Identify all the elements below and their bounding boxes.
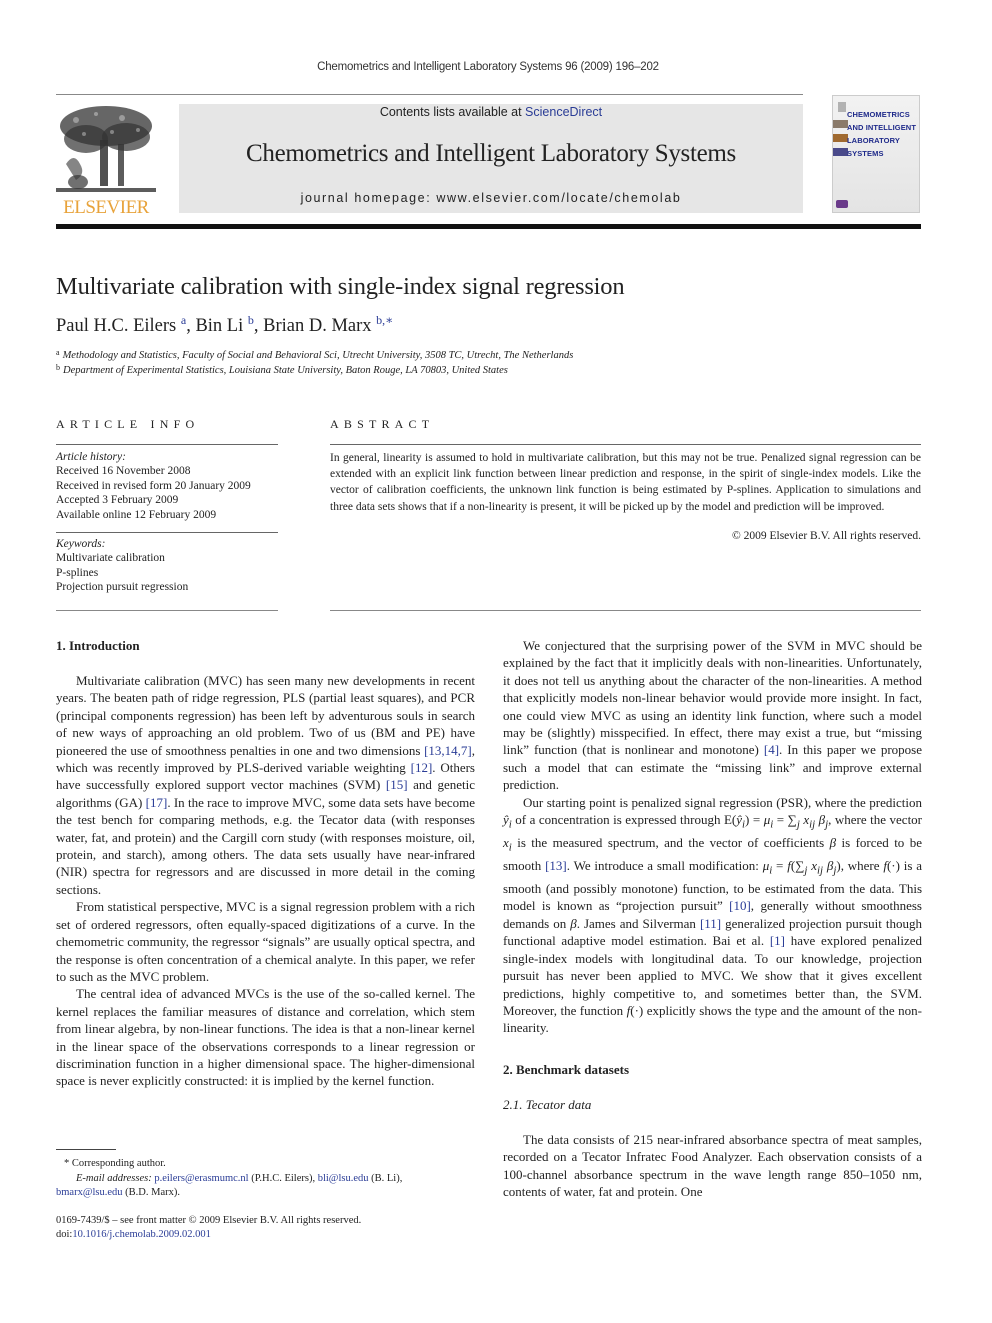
email-addresses-continued: bmarx@lsu.edu (B.D. Marx). <box>56 1187 180 1198</box>
keyword: Multivariate calibration <box>56 552 165 565</box>
divider <box>330 610 921 611</box>
citation-link[interactable]: [4] <box>764 742 779 757</box>
affiliation-marker[interactable]: b,∗ <box>376 313 393 327</box>
cover-title-line: AND INTELLIGENT <box>847 123 916 132</box>
article-history-label: Article history: <box>56 451 126 463</box>
divider <box>56 532 278 533</box>
issn-copyright: 0169-7439/$ – see front matter © 2009 El… <box>56 1215 362 1226</box>
elsevier-logo[interactable]: ELSEVIER <box>56 104 156 218</box>
front-matter: 0169-7439/$ – see front matter © 2009 El… <box>56 1214 361 1243</box>
cover-image-strip <box>833 148 848 156</box>
citation-link[interactable]: [15] <box>386 777 408 792</box>
cover-logo-icon <box>838 102 846 112</box>
email-link[interactable]: bmarx@lsu.edu <box>56 1187 123 1198</box>
affiliation: a Methodology and Statistics, Faculty of … <box>56 348 573 361</box>
section-heading: 1. Introduction <box>56 638 140 653</box>
cover-title-line: LABORATORY <box>847 136 900 145</box>
divider <box>56 610 278 611</box>
email-link[interactable]: p.eilers@erasmumc.nl <box>154 1173 248 1184</box>
citation-link[interactable]: [12] <box>411 760 433 775</box>
paragraph: We conjectured that the surprising power… <box>503 638 922 793</box>
author-name: Paul H.C. Eilers <box>56 316 177 336</box>
footnotes: * Corresponding author. E-mail addresses… <box>56 1157 475 1201</box>
affiliation: b Department of Experimental Statistics, … <box>56 363 508 376</box>
cover-disc-icon <box>836 200 848 208</box>
elsevier-tree-icon <box>56 104 156 196</box>
affiliation-text: Methodology and Statistics, Faculty of S… <box>62 350 574 361</box>
article-history: Article history: Received 16 November 20… <box>56 450 251 522</box>
cover-title-line: CHEMOMETRICS <box>847 110 910 119</box>
keyword: Projection pursuit regression <box>56 581 189 594</box>
doi: doi:10.1016/j.chemolab.2009.02.001 <box>56 1229 211 1241</box>
divider <box>330 444 921 445</box>
email-link[interactable]: bli@lsu.edu <box>318 1173 369 1184</box>
affiliation-label: b <box>56 363 60 372</box>
paragraph: Multivariate calibration (MVC) has seen … <box>56 673 475 897</box>
history-entry: Accepted 3 February 2009 <box>56 494 179 507</box>
author-name: Brian D. Marx <box>263 316 372 336</box>
abstract-text: In general, linearity is assumed to hold… <box>330 452 921 513</box>
abstract-copyright: © 2009 Elsevier B.V. All rights reserved… <box>732 530 921 542</box>
journal-title: Chemometrics and Intelligent Laboratory … <box>246 140 736 167</box>
citation-link[interactable]: [10] <box>729 898 751 913</box>
contents-availability: Contents lists available at ScienceDirec… <box>179 105 803 119</box>
paragraph: The data consists of 215 near-infrared a… <box>503 1132 922 1200</box>
citation-link[interactable]: [13,14,7] <box>424 743 472 758</box>
header-rule <box>56 94 803 95</box>
running-head: Chemometrics and Intelligent Laboratory … <box>317 61 659 73</box>
corresponding-author-note: * Corresponding author. <box>64 1158 166 1169</box>
affiliation-label: a <box>56 348 60 357</box>
abstract-heading: ABSTRACT <box>330 417 435 431</box>
email-label: E-mail addresses: <box>76 1172 152 1184</box>
history-entry: Available online 12 February 2009 <box>56 508 217 521</box>
history-entry: Received in revised form 20 January 2009 <box>56 479 251 492</box>
paragraph: From statistical perspective, MVC is a s… <box>56 899 475 984</box>
affiliation-marker[interactable]: a <box>181 313 186 327</box>
article-info-heading: ARTICLE INFO <box>56 417 200 431</box>
cover-title-line: SYSTEMS <box>847 149 884 158</box>
keyword: P-splines <box>56 566 99 579</box>
keywords: Keywords: Multivariate calibration P-spl… <box>56 537 188 595</box>
article-title: Multivariate calibration with single-ind… <box>56 273 625 300</box>
author-name: Bin Li <box>195 316 244 336</box>
contents-prefix: Contents lists available at <box>379 105 526 119</box>
doi-link[interactable]: 10.1016/j.chemolab.2009.02.001 <box>72 1229 211 1240</box>
footnote-rule <box>56 1149 116 1150</box>
cover-image-strip <box>833 120 848 128</box>
citation-link[interactable]: [1] <box>770 933 785 948</box>
paragraph: The central idea of advanced MVCs is the… <box>56 986 475 1089</box>
journal-banner: Contents lists available at ScienceDirec… <box>179 104 803 213</box>
author-list: Paul H.C. Eilers a, Bin Li b, Brian D. M… <box>56 313 394 336</box>
body-column-right-continued: The data consists of 215 near-infrared a… <box>503 1131 922 1201</box>
journal-cover-thumbnail[interactable]: CHEMOMETRICS AND INTELLIGENT LABORATORY … <box>832 95 920 213</box>
body-column-right: We conjectured that the surprising power… <box>503 637 922 1037</box>
citation-link[interactable]: [17] <box>146 795 168 810</box>
section-heading: 2. Benchmark datasets <box>503 1062 630 1077</box>
history-entry: Received 16 November 2008 <box>56 465 191 478</box>
citation-link[interactable]: [11] <box>700 916 721 931</box>
citation-link[interactable]: [13] <box>545 858 567 873</box>
email-addresses: E-mail addresses: p.eilers@erasmumc.nl (… <box>76 1172 403 1184</box>
cover-image-strip <box>833 134 848 142</box>
affiliation-marker[interactable]: b <box>248 313 254 327</box>
subsection-heading: 2.1. Tecator data <box>503 1097 592 1112</box>
journal-homepage-link[interactable]: journal homepage: www.elsevier.com/locat… <box>179 191 803 205</box>
paragraph: Our starting point is penalized signal r… <box>503 794 923 1036</box>
header-thick-rule <box>56 224 921 229</box>
affiliation-text: Department of Experimental Statistics, L… <box>63 365 508 376</box>
divider <box>56 444 278 445</box>
body-column-left: Multivariate calibration (MVC) has seen … <box>56 672 475 1090</box>
keywords-label: Keywords: <box>56 538 106 550</box>
elsevier-wordmark: ELSEVIER <box>63 197 149 218</box>
sciencedirect-link[interactable]: ScienceDirect <box>525 105 602 119</box>
